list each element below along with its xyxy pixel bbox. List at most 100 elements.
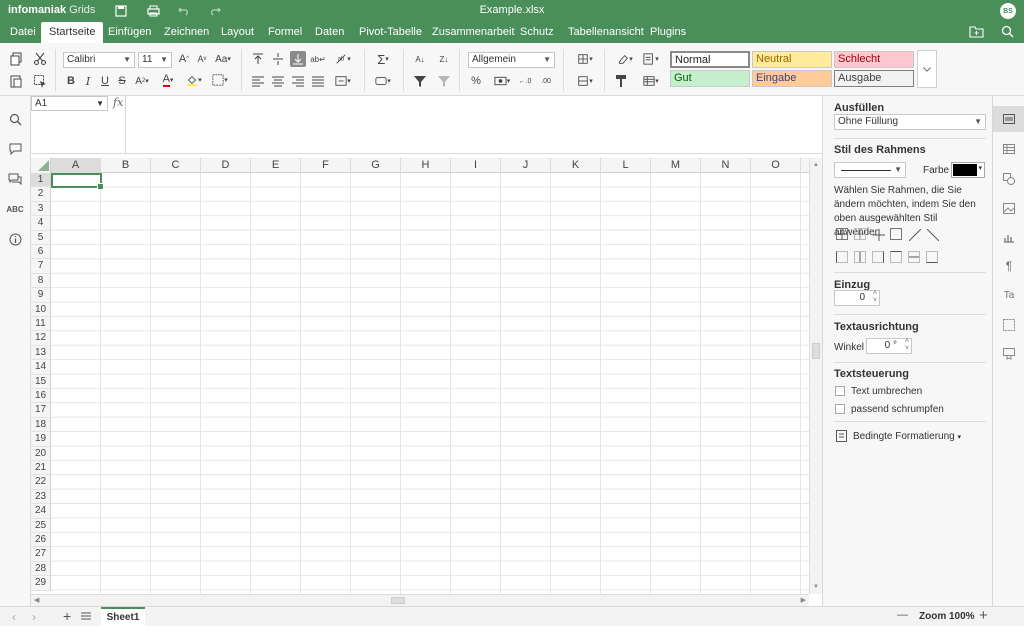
border-inside-icon[interactable] [872,228,885,241]
number-format-select[interactable]: Allgemein ▼ [468,52,555,68]
style-eingabe[interactable]: Eingabe [752,70,832,87]
tab-daten[interactable]: Daten [307,22,352,43]
row-header[interactable]: 6 [31,245,51,260]
copy-style-icon[interactable] [613,73,629,89]
horizontal-scrollbar[interactable]: ◀ ▶ [31,594,809,606]
tab-plugins[interactable]: Plugins [642,22,694,43]
save-icon[interactable] [113,3,129,19]
signature-settings-icon[interactable] [1002,347,1016,361]
currency-icon[interactable]: ▾ [490,73,514,89]
select-all-corner[interactable] [31,158,51,173]
cell-settings-icon[interactable] [993,106,1024,132]
row-header[interactable]: 4 [31,216,51,231]
increase-decimal-icon[interactable]: .00 [538,73,554,89]
wrap-text-checkbox[interactable] [835,386,845,396]
row-header[interactable]: 13 [31,345,51,361]
column-header[interactable]: H [401,158,451,173]
delete-cells-icon[interactable]: ▾ [573,73,597,89]
undo-icon[interactable] [176,3,192,19]
sheet-next-chevron-right-icon[interactable]: › [32,610,36,624]
row-header[interactable]: 22 [31,475,51,490]
tab-formel[interactable]: Formel [260,22,310,43]
sheet-tab-sheet1[interactable]: Sheet1 [101,607,145,627]
sum-icon[interactable]: Σ ▾ [372,51,394,67]
search-icon[interactable] [1001,25,1017,41]
align-top-icon[interactable] [250,51,266,67]
style-neutral[interactable]: Neutral [752,51,832,68]
conditional-format-icon[interactable]: ▾ [639,51,663,67]
format-as-table-icon[interactable]: ▾ [639,73,663,89]
border-outer-icon[interactable] [890,228,902,240]
row-header[interactable]: 24 [31,504,51,519]
sheet-prev-chevron-left-icon[interactable]: ‹ [12,610,16,624]
row-header[interactable]: 9 [31,288,51,303]
clear-filter-icon[interactable] [436,73,452,89]
zoom-in-plus-icon[interactable]: + [979,607,988,624]
sort-ascending-icon[interactable]: A↓ [412,51,428,67]
align-center-icon[interactable] [270,73,286,89]
border-left-icon[interactable] [836,251,848,263]
orientation-icon[interactable]: ab ▾ [332,51,354,67]
select-all-icon[interactable] [32,73,48,89]
column-header[interactable]: C [151,158,201,173]
column-header[interactable]: O [751,158,801,173]
row-header[interactable]: 26 [31,533,51,548]
conditional-format-button[interactable]: Bedingte Formatierung ▾ [853,431,961,442]
wrap-text-icon[interactable]: ab↵ [310,51,326,67]
zoom-out-minus-icon[interactable]: — [897,609,908,621]
filter-icon[interactable] [412,73,428,89]
tab-einfuegen[interactable]: Einfügen [100,22,159,43]
border-top-icon[interactable] [890,251,902,263]
row-header[interactable]: 23 [31,489,51,505]
row-header[interactable]: 5 [31,230,51,245]
tab-pivot-tabelle[interactable]: Pivot-Tabelle [351,22,430,43]
table-settings-icon[interactable] [1002,142,1016,156]
row-header[interactable]: 15 [31,374,51,389]
angle-stepper[interactable]: 0 ° ˄ ˅ [866,338,912,354]
row-header[interactable]: 11 [31,317,51,332]
tab-tabellenansicht[interactable]: Tabellenansicht [560,22,652,43]
increase-font-icon[interactable]: A ^ [176,51,192,67]
shape-settings-icon[interactable] [1002,172,1016,186]
info-icon[interactable] [7,231,23,247]
text-art-settings-icon[interactable]: Ta [1002,288,1016,302]
column-header[interactable]: L [601,158,651,173]
borders-icon[interactable]: ▾ [209,72,231,88]
row-header[interactable]: 2 [31,187,51,202]
align-bottom-icon[interactable] [290,51,306,67]
align-right-icon[interactable] [290,73,306,89]
row-header[interactable]: 29 [31,576,51,591]
font-size-select[interactable]: 11 ▼ [138,52,172,68]
row-header[interactable]: 20 [31,446,51,461]
row-header[interactable]: 3 [31,201,51,217]
column-header[interactable]: G [351,158,401,173]
row-header[interactable]: 28 [31,561,51,577]
spellcheck-icon[interactable]: ABC [6,201,23,217]
column-header[interactable]: K [551,158,601,173]
tab-datei[interactable]: Datei [2,22,44,43]
formula-input[interactable] [127,96,821,154]
strikethrough-button[interactable]: S [114,73,130,89]
shrink-to-fit-checkbox[interactable] [835,404,845,414]
fill-color-icon[interactable]: ▾ [183,72,205,88]
column-header[interactable]: B [101,158,151,173]
redo-icon[interactable] [207,3,223,19]
border-diagonal-up-icon[interactable] [908,228,922,242]
border-style-select[interactable]: ▼ [834,162,906,178]
border-color-picker[interactable]: ▾ [951,162,985,178]
row-header[interactable]: 16 [31,389,51,404]
tab-layout[interactable]: Layout [213,22,262,43]
column-header[interactable]: F [301,158,351,173]
border-right-icon[interactable] [872,251,884,263]
pivot-settings-icon[interactable] [1002,318,1016,332]
row-header[interactable]: 27 [31,547,51,562]
paste-icon[interactable] [8,73,24,89]
row-header[interactable]: 12 [31,331,51,346]
column-header[interactable]: A [51,158,101,173]
tab-zeichnen[interactable]: Zeichnen [156,22,217,43]
styles-expand-chevron-down-icon[interactable] [917,50,937,88]
vertical-scrollbar[interactable]: ▲ ▼ [809,158,822,594]
column-header[interactable]: M [651,158,701,173]
column-header[interactable]: E [251,158,301,173]
row-header[interactable]: 25 [31,518,51,533]
